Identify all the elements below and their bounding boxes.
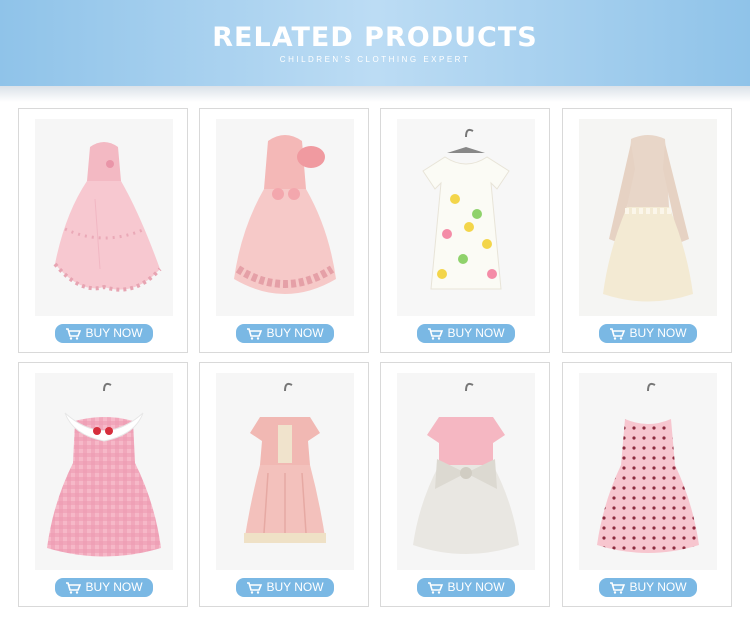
product-image[interactable] (579, 119, 717, 316)
shopping-cart-icon (427, 328, 444, 340)
page-subtitle: CHILDREN'S CLOTHING EXPERT (279, 55, 471, 64)
shopping-cart-icon (65, 328, 82, 340)
page-header: RELATED PRODUCTS CHILDREN'S CLOTHING EXP… (0, 0, 750, 102)
product-card[interactable]: BUY NOW (18, 362, 188, 607)
buy-now-label: BUY NOW (266, 580, 324, 594)
product-image[interactable] (216, 119, 354, 316)
buy-now-button[interactable]: BUY NOW (417, 578, 515, 597)
shopping-cart-icon (65, 582, 82, 594)
buy-now-button[interactable]: BUY NOW (55, 578, 153, 597)
buy-now-label: BUY NOW (85, 580, 143, 594)
product-card[interactable]: BUY NOW (562, 108, 732, 353)
product-card[interactable]: BUY NOW (199, 362, 369, 607)
buy-now-label: BUY NOW (447, 326, 505, 340)
buy-now-button[interactable]: BUY NOW (55, 324, 153, 343)
product-card[interactable]: BUY NOW (380, 108, 550, 353)
product-image[interactable] (579, 373, 717, 570)
buy-now-button[interactable]: BUY NOW (599, 324, 697, 343)
product-card[interactable]: BUY NOW (199, 108, 369, 353)
buy-now-button[interactable]: BUY NOW (599, 578, 697, 597)
shopping-cart-icon (609, 328, 626, 340)
shopping-cart-icon (609, 582, 626, 594)
product-image[interactable] (35, 373, 173, 570)
buy-now-label: BUY NOW (629, 580, 687, 594)
product-image[interactable] (397, 373, 535, 570)
shopping-cart-icon (427, 582, 444, 594)
buy-now-label: BUY NOW (85, 326, 143, 340)
buy-now-button[interactable]: BUY NOW (236, 324, 334, 343)
product-image[interactable] (216, 373, 354, 570)
product-image[interactable] (397, 119, 535, 316)
product-image[interactable] (35, 119, 173, 316)
buy-now-label: BUY NOW (447, 580, 505, 594)
product-card[interactable]: BUY NOW (562, 362, 732, 607)
shopping-cart-icon (246, 328, 263, 340)
product-card[interactable]: BUY NOW (18, 108, 188, 353)
buy-now-button[interactable]: BUY NOW (417, 324, 515, 343)
product-card[interactable]: BUY NOW (380, 362, 550, 607)
buy-now-label: BUY NOW (266, 326, 324, 340)
page-title: RELATED PRODUCTS (212, 22, 538, 53)
buy-now-label: BUY NOW (629, 326, 687, 340)
shopping-cart-icon (246, 582, 263, 594)
buy-now-button[interactable]: BUY NOW (236, 578, 334, 597)
